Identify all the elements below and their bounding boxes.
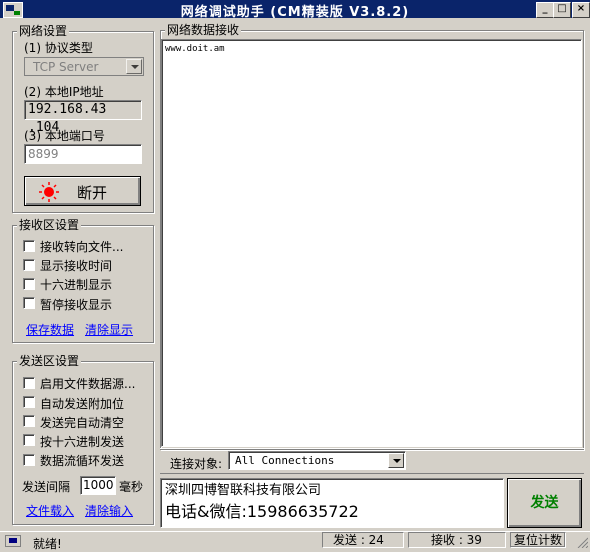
status-light-icon: [39, 182, 59, 202]
receive-settings-title: 接收区设置: [17, 218, 82, 232]
ip-label: (2) 本地IP地址: [24, 85, 104, 99]
send-input-line: 深圳四博智联科技有限公司: [165, 483, 322, 498]
sent-count: 发送 : 24: [322, 532, 404, 548]
network-settings-title: 网络设置: [17, 24, 70, 38]
load-file-link[interactable]: 文件载入: [26, 502, 74, 519]
ip-address-field[interactable]: 192.168.43 .104: [24, 100, 142, 135]
port-field[interactable]: 8899: [24, 144, 142, 164]
receive-option-label: 十六进制显示: [40, 278, 113, 292]
hex-display-checkbox[interactable]: [23, 278, 35, 290]
title-bar[interactable]: 网络调试助手 (CM精装版 V3.8.2) _ □ ×: [0, 0, 590, 20]
show-receive-time-checkbox[interactable]: [23, 259, 35, 271]
send-option-label: 按十六进制发送: [40, 435, 125, 449]
send-settings-title: 发送区设置: [17, 354, 82, 368]
save-data-link[interactable]: 保存数据: [26, 321, 74, 338]
minimize-button[interactable]: _: [536, 2, 554, 18]
clear-display-link[interactable]: 清除显示: [85, 321, 133, 338]
chevron-down-icon[interactable]: [388, 453, 404, 468]
port-label: (3) 本地端口号: [24, 129, 105, 143]
hex-send-checkbox[interactable]: [23, 434, 35, 446]
status-ready: 就绪!: [33, 537, 62, 551]
send-input-line: 电话&微信:15986635722: [165, 502, 359, 521]
receive-option-label: 接收转向文件...: [40, 240, 124, 254]
window-title: 网络调试助手 (CM精装版 V3.8.2): [180, 5, 410, 20]
auto-clear-checkbox[interactable]: [23, 415, 35, 427]
maximize-button[interactable]: □: [553, 2, 571, 18]
interval-unit-label: 毫秒: [119, 480, 144, 494]
connection-target-label: 连接对象:: [170, 457, 223, 471]
loop-send-checkbox[interactable]: [23, 454, 35, 466]
protocol-select[interactable]: TCP Server: [24, 57, 144, 76]
pause-display-checkbox[interactable]: [23, 297, 35, 309]
file-source-checkbox[interactable]: [23, 377, 35, 389]
disconnect-label: 断开: [77, 184, 108, 202]
send-interval-field[interactable]: 1000: [80, 476, 116, 495]
clear-input-link[interactable]: 清除输入: [85, 502, 133, 519]
send-input-area[interactable]: 深圳四博智联科技有限公司 电话&微信:15986635722: [160, 478, 504, 528]
auto-append-checkbox[interactable]: [23, 396, 35, 408]
send-button[interactable]: 发送: [507, 478, 582, 528]
receive-to-file-checkbox[interactable]: [23, 240, 35, 252]
chevron-down-icon[interactable]: [126, 59, 142, 74]
protocol-label: (1) 协议类型: [24, 41, 93, 55]
close-button[interactable]: ×: [572, 2, 590, 18]
send-interval-label: 发送间隔: [22, 480, 71, 494]
receive-text-area[interactable]: www.doit.am: [161, 39, 582, 447]
send-option-label: 数据流循环发送: [40, 454, 125, 468]
resize-grip-icon[interactable]: [574, 536, 589, 549]
data-receive-title: 网络数据接收: [165, 23, 242, 37]
reset-count-button[interactable]: 复位计数: [510, 532, 566, 548]
connection-target-select[interactable]: All Connections: [228, 451, 406, 470]
disconnect-button[interactable]: 断开: [24, 176, 141, 206]
receive-option-label: 暂停接收显示: [40, 298, 113, 312]
send-option-label: 自动发送附加位: [40, 397, 125, 411]
receive-option-label: 显示接收时间: [40, 259, 113, 273]
send-option-label: 发送完自动清空: [40, 416, 125, 430]
received-count: 接收 : 39: [408, 532, 506, 548]
send-option-label: 启用文件数据源...: [40, 377, 136, 391]
connection-target-value: All Connections: [235, 454, 335, 467]
protocol-value: TCP Server: [33, 60, 99, 74]
status-icon: [5, 535, 21, 547]
